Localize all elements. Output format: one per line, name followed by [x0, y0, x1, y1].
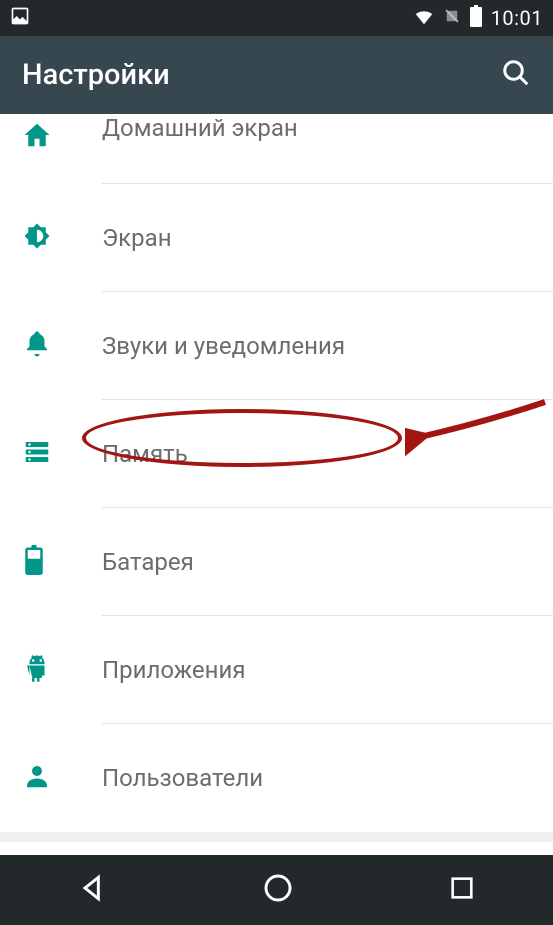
settings-item-sound-notifications[interactable]: Звуки и уведомления — [0, 292, 553, 400]
app-bar: Настройки — [0, 36, 553, 114]
settings-item-label: Память — [102, 440, 188, 468]
settings-item-apps[interactable]: Приложения — [0, 616, 553, 724]
battery-icon — [22, 545, 46, 579]
settings-item-label: Домашний экран — [102, 114, 298, 142]
nav-home-button[interactable] — [262, 872, 294, 908]
no-sim-icon — [443, 6, 461, 31]
brightness-icon — [22, 221, 52, 255]
person-icon — [22, 761, 52, 795]
settings-item-label: Экран — [102, 224, 172, 252]
section-header-personal: Личные данные — [0, 832, 553, 855]
settings-item-label: Приложения — [102, 656, 246, 684]
settings-item-label: Батарея — [102, 548, 194, 576]
bell-icon — [22, 329, 52, 363]
settings-list: Домашний экран Экран Звуки и уведомления… — [0, 114, 553, 855]
status-time: 10:01 — [491, 6, 543, 30]
settings-item-display[interactable]: Экран — [0, 184, 553, 292]
wifi-icon — [413, 5, 435, 32]
settings-item-users[interactable]: Пользователи — [0, 724, 553, 832]
search-button[interactable] — [501, 58, 531, 92]
settings-item-label: Пользователи — [102, 764, 263, 792]
settings-item-storage[interactable]: Память — [0, 400, 553, 508]
nav-recent-button[interactable] — [448, 874, 476, 906]
storage-icon — [22, 437, 52, 471]
navigation-bar — [0, 855, 553, 925]
page-title: Настройки — [22, 58, 170, 92]
battery-icon — [469, 5, 483, 32]
nav-back-button[interactable] — [77, 872, 109, 908]
settings-item-home-screen[interactable]: Домашний экран — [0, 114, 553, 184]
android-icon — [22, 653, 52, 687]
settings-item-label: Звуки и уведомления — [102, 332, 345, 360]
home-icon — [22, 120, 52, 154]
picture-icon — [10, 6, 30, 31]
settings-item-battery[interactable]: Батарея — [0, 508, 553, 616]
status-bar: 10:01 — [0, 0, 553, 36]
